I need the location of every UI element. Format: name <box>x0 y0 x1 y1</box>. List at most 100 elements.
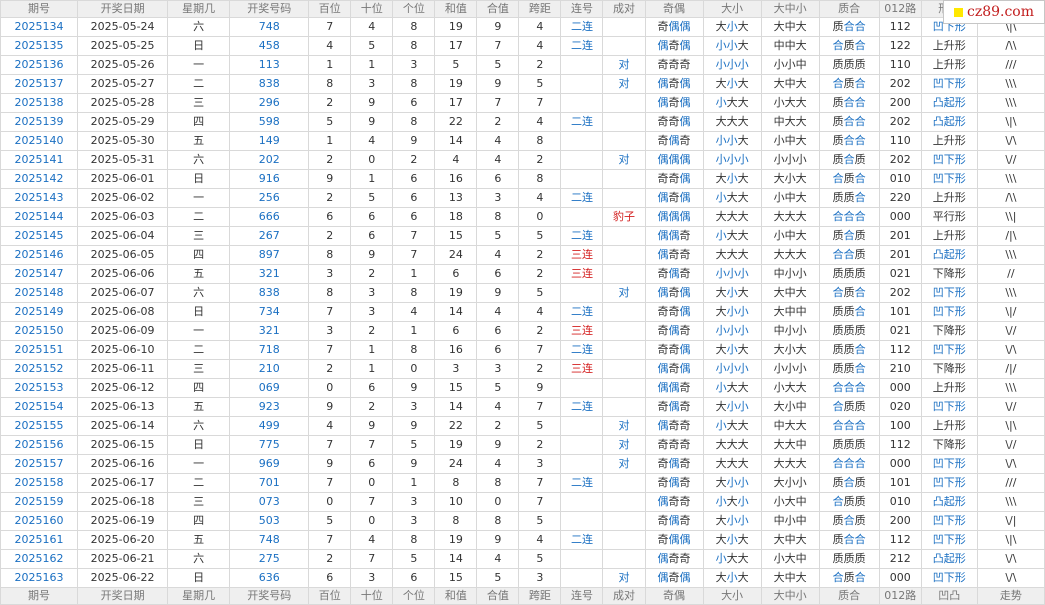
trend-cell: \\\ <box>976 74 1045 94</box>
issue-cell[interactable]: 2025146 <box>0 245 79 265</box>
big-mid-small-cell: 中中大 <box>760 36 820 56</box>
units-cell: 9 <box>392 378 436 398</box>
issue-cell[interactable]: 2025156 <box>0 435 79 455</box>
issue-cell[interactable]: 2025153 <box>0 378 79 398</box>
issue-cell[interactable]: 2025154 <box>0 397 79 417</box>
date-cell: 2025-06-10 <box>77 340 169 360</box>
hundreds-cell: 2 <box>308 93 352 113</box>
mod3-cell: 202 <box>878 283 922 303</box>
number-cell: 296 <box>229 93 310 113</box>
issue-cell[interactable]: 2025142 <box>0 169 79 189</box>
column-header: 和值 <box>434 0 478 18</box>
pair-cell <box>602 511 646 531</box>
issue-cell[interactable]: 2025140 <box>0 131 79 151</box>
sum-cell: 18 <box>434 207 478 227</box>
issue-cell[interactable]: 2025145 <box>0 226 79 246</box>
big-small-cell: 小小小 <box>702 55 762 75</box>
prime-composite-cell: 合质合 <box>818 36 880 56</box>
consecutive-cell: 二连 <box>560 530 604 550</box>
issue-cell[interactable]: 2025150 <box>0 321 79 341</box>
sum-tail-cell: 2 <box>476 416 520 436</box>
issue-cell[interactable]: 2025149 <box>0 302 79 322</box>
issue-cell[interactable]: 2025157 <box>0 454 79 474</box>
hundreds-cell: 7 <box>308 530 352 550</box>
shape-cell: 下降形 <box>920 359 978 379</box>
number-cell: 734 <box>229 302 310 322</box>
issue-cell[interactable]: 2025147 <box>0 264 79 284</box>
issue-cell[interactable]: 2025139 <box>0 112 79 132</box>
number-cell: 923 <box>229 397 310 417</box>
table-row: 2025158 2025-06-17 二 701 7 0 1 8 8 7 二连 奇偶奇 大小小 大小小 质合… <box>0 473 1045 493</box>
tens-cell: 3 <box>350 568 394 588</box>
pair-cell <box>602 549 646 569</box>
issue-cell[interactable]: 2025141 <box>0 150 79 170</box>
issue-cell[interactable]: 2025159 <box>0 492 79 512</box>
issue-cell[interactable]: 2025138 <box>0 93 79 113</box>
shape-cell: 上升形 <box>920 416 978 436</box>
prime-composite-cell: 质质合 <box>818 359 880 379</box>
date-cell: 2025-06-22 <box>77 568 169 588</box>
tens-cell: 6 <box>350 207 394 227</box>
pair-cell <box>602 302 646 322</box>
hundreds-cell: 2 <box>308 150 352 170</box>
table-row: 2025141 2025-05-31 六 202 2 0 2 4 4 2 对偶偶偶 小小小 小小小 质合质… <box>0 150 1045 170</box>
issue-cell[interactable]: 2025161 <box>0 530 79 550</box>
number-cell: 701 <box>229 473 310 493</box>
sum-cell: 14 <box>434 397 478 417</box>
big-mid-small-cell: 小大大 <box>760 93 820 113</box>
mod3-cell: 110 <box>878 55 922 75</box>
hundreds-cell: 5 <box>308 112 352 132</box>
hundreds-cell: 9 <box>308 454 352 474</box>
trend-cell: \// <box>976 435 1045 455</box>
units-cell: 6 <box>392 188 436 208</box>
issue-cell[interactable]: 2025152 <box>0 359 79 379</box>
shape-cell: 凹下形 <box>920 169 978 189</box>
issue-cell[interactable]: 2025136 <box>0 55 79 75</box>
tens-cell: 7 <box>350 492 394 512</box>
big-mid-small-cell: 小小小 <box>760 359 820 379</box>
shape-cell: 凸起形 <box>920 492 978 512</box>
issue-cell[interactable]: 2025137 <box>0 74 79 94</box>
number-cell: 267 <box>229 226 310 246</box>
number-cell: 969 <box>229 454 310 474</box>
issue-cell[interactable]: 2025143 <box>0 188 79 208</box>
issue-cell[interactable]: 2025134 <box>0 17 79 37</box>
units-cell: 1 <box>392 473 436 493</box>
tens-cell: 1 <box>350 340 394 360</box>
issue-cell[interactable]: 2025155 <box>0 416 79 436</box>
units-cell: 8 <box>392 530 436 550</box>
span-cell: 4 <box>518 188 562 208</box>
weekday-cell: 日 <box>167 568 231 588</box>
number-cell: 916 <box>229 169 310 189</box>
trend-cell: \/\ <box>976 340 1045 360</box>
shape-cell: 凹下形 <box>920 302 978 322</box>
big-small-cell: 大大大 <box>702 207 762 227</box>
span-cell: 2 <box>518 321 562 341</box>
issue-cell[interactable]: 2025144 <box>0 207 79 227</box>
date-cell: 2025-05-28 <box>77 93 169 113</box>
hundreds-cell: 7 <box>308 302 352 322</box>
sum-tail-cell: 4 <box>476 397 520 417</box>
hundreds-cell: 8 <box>308 245 352 265</box>
issue-cell[interactable]: 2025158 <box>0 473 79 493</box>
issue-cell[interactable]: 2025135 <box>0 36 79 56</box>
column-header: 开奖号码 <box>229 0 310 18</box>
issue-cell[interactable]: 2025151 <box>0 340 79 360</box>
issue-cell[interactable]: 2025160 <box>0 511 79 531</box>
hundreds-cell: 0 <box>308 492 352 512</box>
mod3-cell: 122 <box>878 36 922 56</box>
weekday-cell: 六 <box>167 150 231 170</box>
trend-cell: \/\ <box>976 131 1045 151</box>
tens-cell: 5 <box>350 188 394 208</box>
big-mid-small-cell: 大中大 <box>760 568 820 588</box>
big-small-cell: 大小大 <box>702 283 762 303</box>
big-small-cell: 大小小 <box>702 473 762 493</box>
issue-cell[interactable]: 2025162 <box>0 549 79 569</box>
sum-tail-cell: 9 <box>476 17 520 37</box>
span-cell: 4 <box>518 17 562 37</box>
issue-cell[interactable]: 2025163 <box>0 568 79 588</box>
date-cell: 2025-05-30 <box>77 131 169 151</box>
big-small-cell: 大小小 <box>702 397 762 417</box>
issue-cell[interactable]: 2025148 <box>0 283 79 303</box>
hundreds-cell: 8 <box>308 74 352 94</box>
